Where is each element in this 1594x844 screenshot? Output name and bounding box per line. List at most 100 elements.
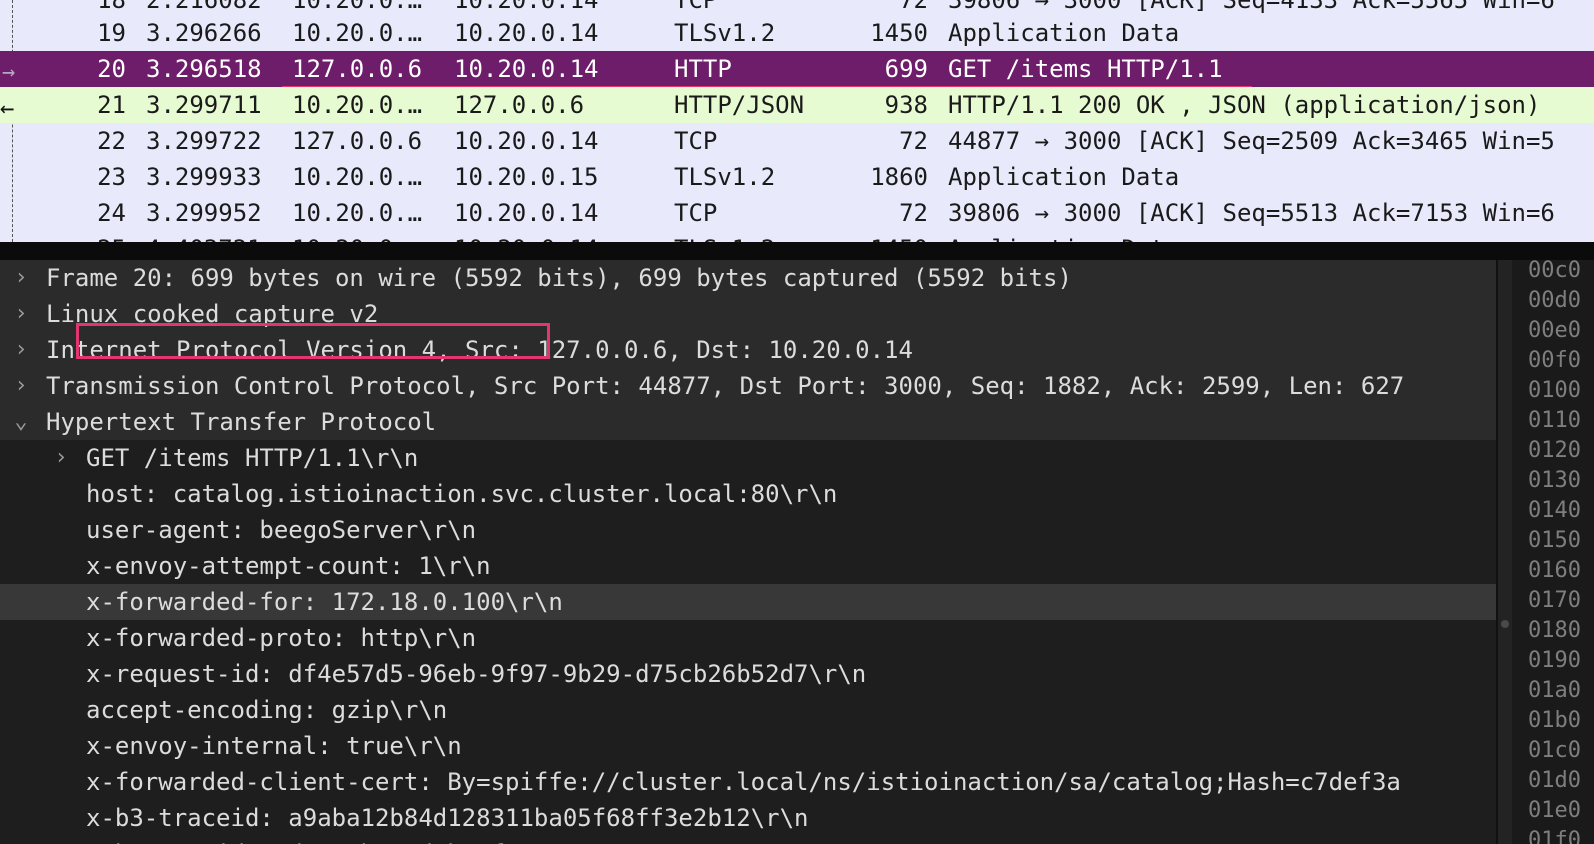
tree-item-ipv4[interactable]: › Internet Protocol Version 4, Src: 127.…: [0, 332, 1496, 368]
details-scrollbar[interactable]: [1498, 260, 1512, 844]
packet-protocol: HTTP/JSON: [674, 91, 805, 119]
tree-item-header[interactable]: accept-encoding: gzip\r\n: [0, 692, 1496, 728]
packet-time: 3.299722: [146, 127, 262, 155]
tree-item-label: x-envoy-internal: true\r\n: [86, 732, 462, 760]
packet-source: 127.0.0.6: [292, 127, 423, 155]
packet-row[interactable]: 22 3.299722 127.0.0.6 10.20.0.14 TCP 72 …: [0, 123, 1594, 159]
tree-item-label: x-b3-spanid: 0d3c90b3c9d4b02f\r\n: [86, 836, 563, 844]
packet-row[interactable]: 23 3.299933 10.20.0.… 10.20.0.15 TLSv1.2…: [0, 159, 1594, 195]
packet-no: 21: [97, 91, 126, 119]
tree-item-label: x-b3-traceid: a9aba12b84d128311ba05f68ff…: [86, 804, 809, 832]
tree-item-label: user-agent: beegoServer\r\n: [86, 516, 477, 544]
byte-offset: 0100: [1528, 378, 1581, 403]
tree-item-header[interactable]: user-agent: beegoServer\r\n: [0, 512, 1496, 548]
byte-offset: 0130: [1528, 468, 1581, 493]
packet-destination: 127.0.0.6: [454, 91, 585, 119]
packet-row[interactable]: 24 3.299952 10.20.0.… 10.20.0.14 TCP 72 …: [0, 195, 1594, 231]
tree-item-label: Hypertext Transfer Protocol: [46, 408, 437, 436]
packet-info: Application Data: [948, 19, 1180, 47]
chevron-right-icon[interactable]: ›: [10, 332, 32, 368]
packet-info: GET /items HTTP/1.1: [948, 55, 1223, 83]
packet-destination: 10.20.0.14: [454, 127, 599, 155]
packet-info: 44877 → 3000 [ACK] Seq=2509 Ack=3465 Win…: [948, 127, 1555, 155]
tree-item-header[interactable]: x-envoy-attempt-count: 1\r\n: [0, 548, 1496, 584]
tree-item-header[interactable]: x-b3-traceid: a9aba12b84d128311ba05f68ff…: [0, 800, 1496, 836]
packet-row[interactable]: 21 3.299711 10.20.0.… 127.0.0.6 HTTP/JSO…: [0, 87, 1594, 123]
packet-source: 10.20.0.…: [292, 199, 423, 227]
tree-item-frame[interactable]: › Frame 20: 699 bytes on wire (5592 bits…: [0, 260, 1496, 296]
packet-destination: 10.20.0.14: [454, 19, 599, 47]
tree-item-header[interactable]: x-b3-spanid: 0d3c90b3c9d4b02f\r\n: [0, 836, 1496, 844]
tree-item-request-line[interactable]: › GET /items HTTP/1.1\r\n: [0, 440, 1496, 476]
byte-offset: 0120: [1528, 438, 1581, 463]
tree-item-label: x-request-id: df4e57d5-96eb-9f97-9b29-d7…: [86, 660, 867, 688]
packet-info: Application Data: [948, 163, 1180, 191]
byte-offset: 01f0: [1528, 828, 1581, 844]
byte-offset: 0180: [1528, 618, 1581, 643]
packet-source: 127.0.0.6: [292, 55, 423, 83]
chevron-right-icon[interactable]: ›: [50, 440, 72, 476]
byte-offset: 0150: [1528, 528, 1581, 553]
packet-length: 1860: [870, 163, 928, 191]
tree-item-linux-cooked[interactable]: › Linux cooked capture v2: [0, 296, 1496, 332]
tree-item-label: Frame 20: 699 bytes on wire (5592 bits),…: [46, 264, 1072, 292]
byte-offset: 0140: [1528, 498, 1581, 523]
packet-protocol: TLSv1.2: [674, 163, 776, 191]
byte-offset: 01a0: [1528, 678, 1581, 703]
tree-item-header[interactable]: x-envoy-internal: true\r\n: [0, 728, 1496, 764]
packet-no: 24: [97, 199, 126, 227]
tree-item-label: host: catalog.istioinaction.svc.cluster.…: [86, 480, 838, 508]
packet-no: 23: [97, 163, 126, 191]
packet-no: 19: [97, 19, 126, 47]
packet-info: HTTP/1.1 200 OK , JSON (application/json…: [948, 91, 1541, 119]
packet-length: 1450: [870, 19, 928, 47]
packet-protocol: HTTP: [674, 55, 732, 83]
byte-offset: 01c0: [1528, 738, 1581, 763]
packet-time: 3.299711: [146, 91, 262, 119]
pane-splitter[interactable]: [0, 242, 1594, 260]
request-arrow-icon: →: [2, 60, 16, 85]
packet-time: 3.296518: [146, 55, 262, 83]
tree-item-header[interactable]: x-forwarded-proto: http\r\n: [0, 620, 1496, 656]
byte-offset: 0190: [1528, 648, 1581, 673]
scrollbar-thumb[interactable]: [1501, 620, 1509, 628]
packet-length: 72: [899, 127, 928, 155]
chevron-down-icon[interactable]: ⌄: [10, 404, 32, 440]
tree-item-label: Linux cooked capture v2: [46, 300, 379, 328]
byte-offset: 01d0: [1528, 768, 1581, 793]
packet-length: 699: [884, 55, 928, 83]
packet-row[interactable]: 25 4.403721 10.20.0.… 10.20.0.14 TLSv1.2…: [0, 231, 1594, 242]
packet-time: 4.403721: [146, 231, 276, 242]
tree-item-label: GET /items HTTP/1.1\r\n: [86, 444, 419, 472]
packet-details-tree: › Frame 20: 699 bytes on wire (5592 bits…: [0, 260, 1496, 844]
packet-bytes-pane: 00c0 00d0 00e0 00f0 0100 0110 0120 0130 …: [1512, 260, 1594, 844]
tree-item-label: x-forwarded-for: 172.18.0.100\r\n: [86, 588, 563, 616]
tree-item-label: Internet Protocol Version 4, Src: 127.0.…: [46, 336, 913, 364]
packet-protocol: TCP: [674, 127, 718, 155]
byte-offset: 0170: [1528, 588, 1581, 613]
packet-source: 10.20.0.…: [292, 91, 423, 119]
tree-item-http[interactable]: ⌄ Hypertext Transfer Protocol: [0, 404, 1496, 440]
tree-item-label: x-envoy-attempt-count: 1\r\n: [86, 552, 491, 580]
tree-item-label: Transmission Control Protocol, Src Port:…: [46, 372, 1405, 400]
packet-destination: 10.20.0.15: [454, 163, 599, 191]
tree-item-header[interactable]: x-forwarded-client-cert: By=spiffe://clu…: [0, 764, 1496, 800]
packet-protocol: TLSv1.2: [674, 19, 776, 47]
tree-item-tcp[interactable]: › Transmission Control Protocol, Src Por…: [0, 368, 1496, 404]
chevron-right-icon[interactable]: ›: [10, 296, 32, 332]
packet-destination: 10.20.0.14: [454, 199, 599, 227]
byte-offset: 0110: [1528, 408, 1581, 433]
tree-item-header[interactable]: host: catalog.istioinaction.svc.cluster.…: [0, 476, 1496, 512]
byte-offset: 00f0: [1528, 348, 1581, 373]
tree-item-label: x-forwarded-client-cert: By=spiffe://clu…: [86, 768, 1401, 796]
byte-offset: 00d0: [1528, 288, 1581, 313]
tree-item-header[interactable]: x-request-id: df4e57d5-96eb-9f97-9b29-d7…: [0, 656, 1496, 692]
packet-row-selected[interactable]: 20 3.296518 127.0.0.6 10.20.0.14 HTTP 69…: [0, 51, 1594, 87]
packet-destination: 10.20.0.14: [454, 231, 654, 242]
tree-item-header-selected[interactable]: x-forwarded-for: 172.18.0.100\r\n: [0, 584, 1496, 620]
packet-row[interactable]: 19 3.296266 10.20.0.… 10.20.0.14 TLSv1.2…: [0, 15, 1594, 51]
byte-offset: 00e0: [1528, 318, 1581, 343]
packet-list: 18 2.216082 10.20.0.… 10.20.0.14 TCP 72 …: [0, 0, 1594, 242]
chevron-right-icon[interactable]: ›: [10, 260, 32, 296]
chevron-right-icon[interactable]: ›: [10, 368, 32, 404]
